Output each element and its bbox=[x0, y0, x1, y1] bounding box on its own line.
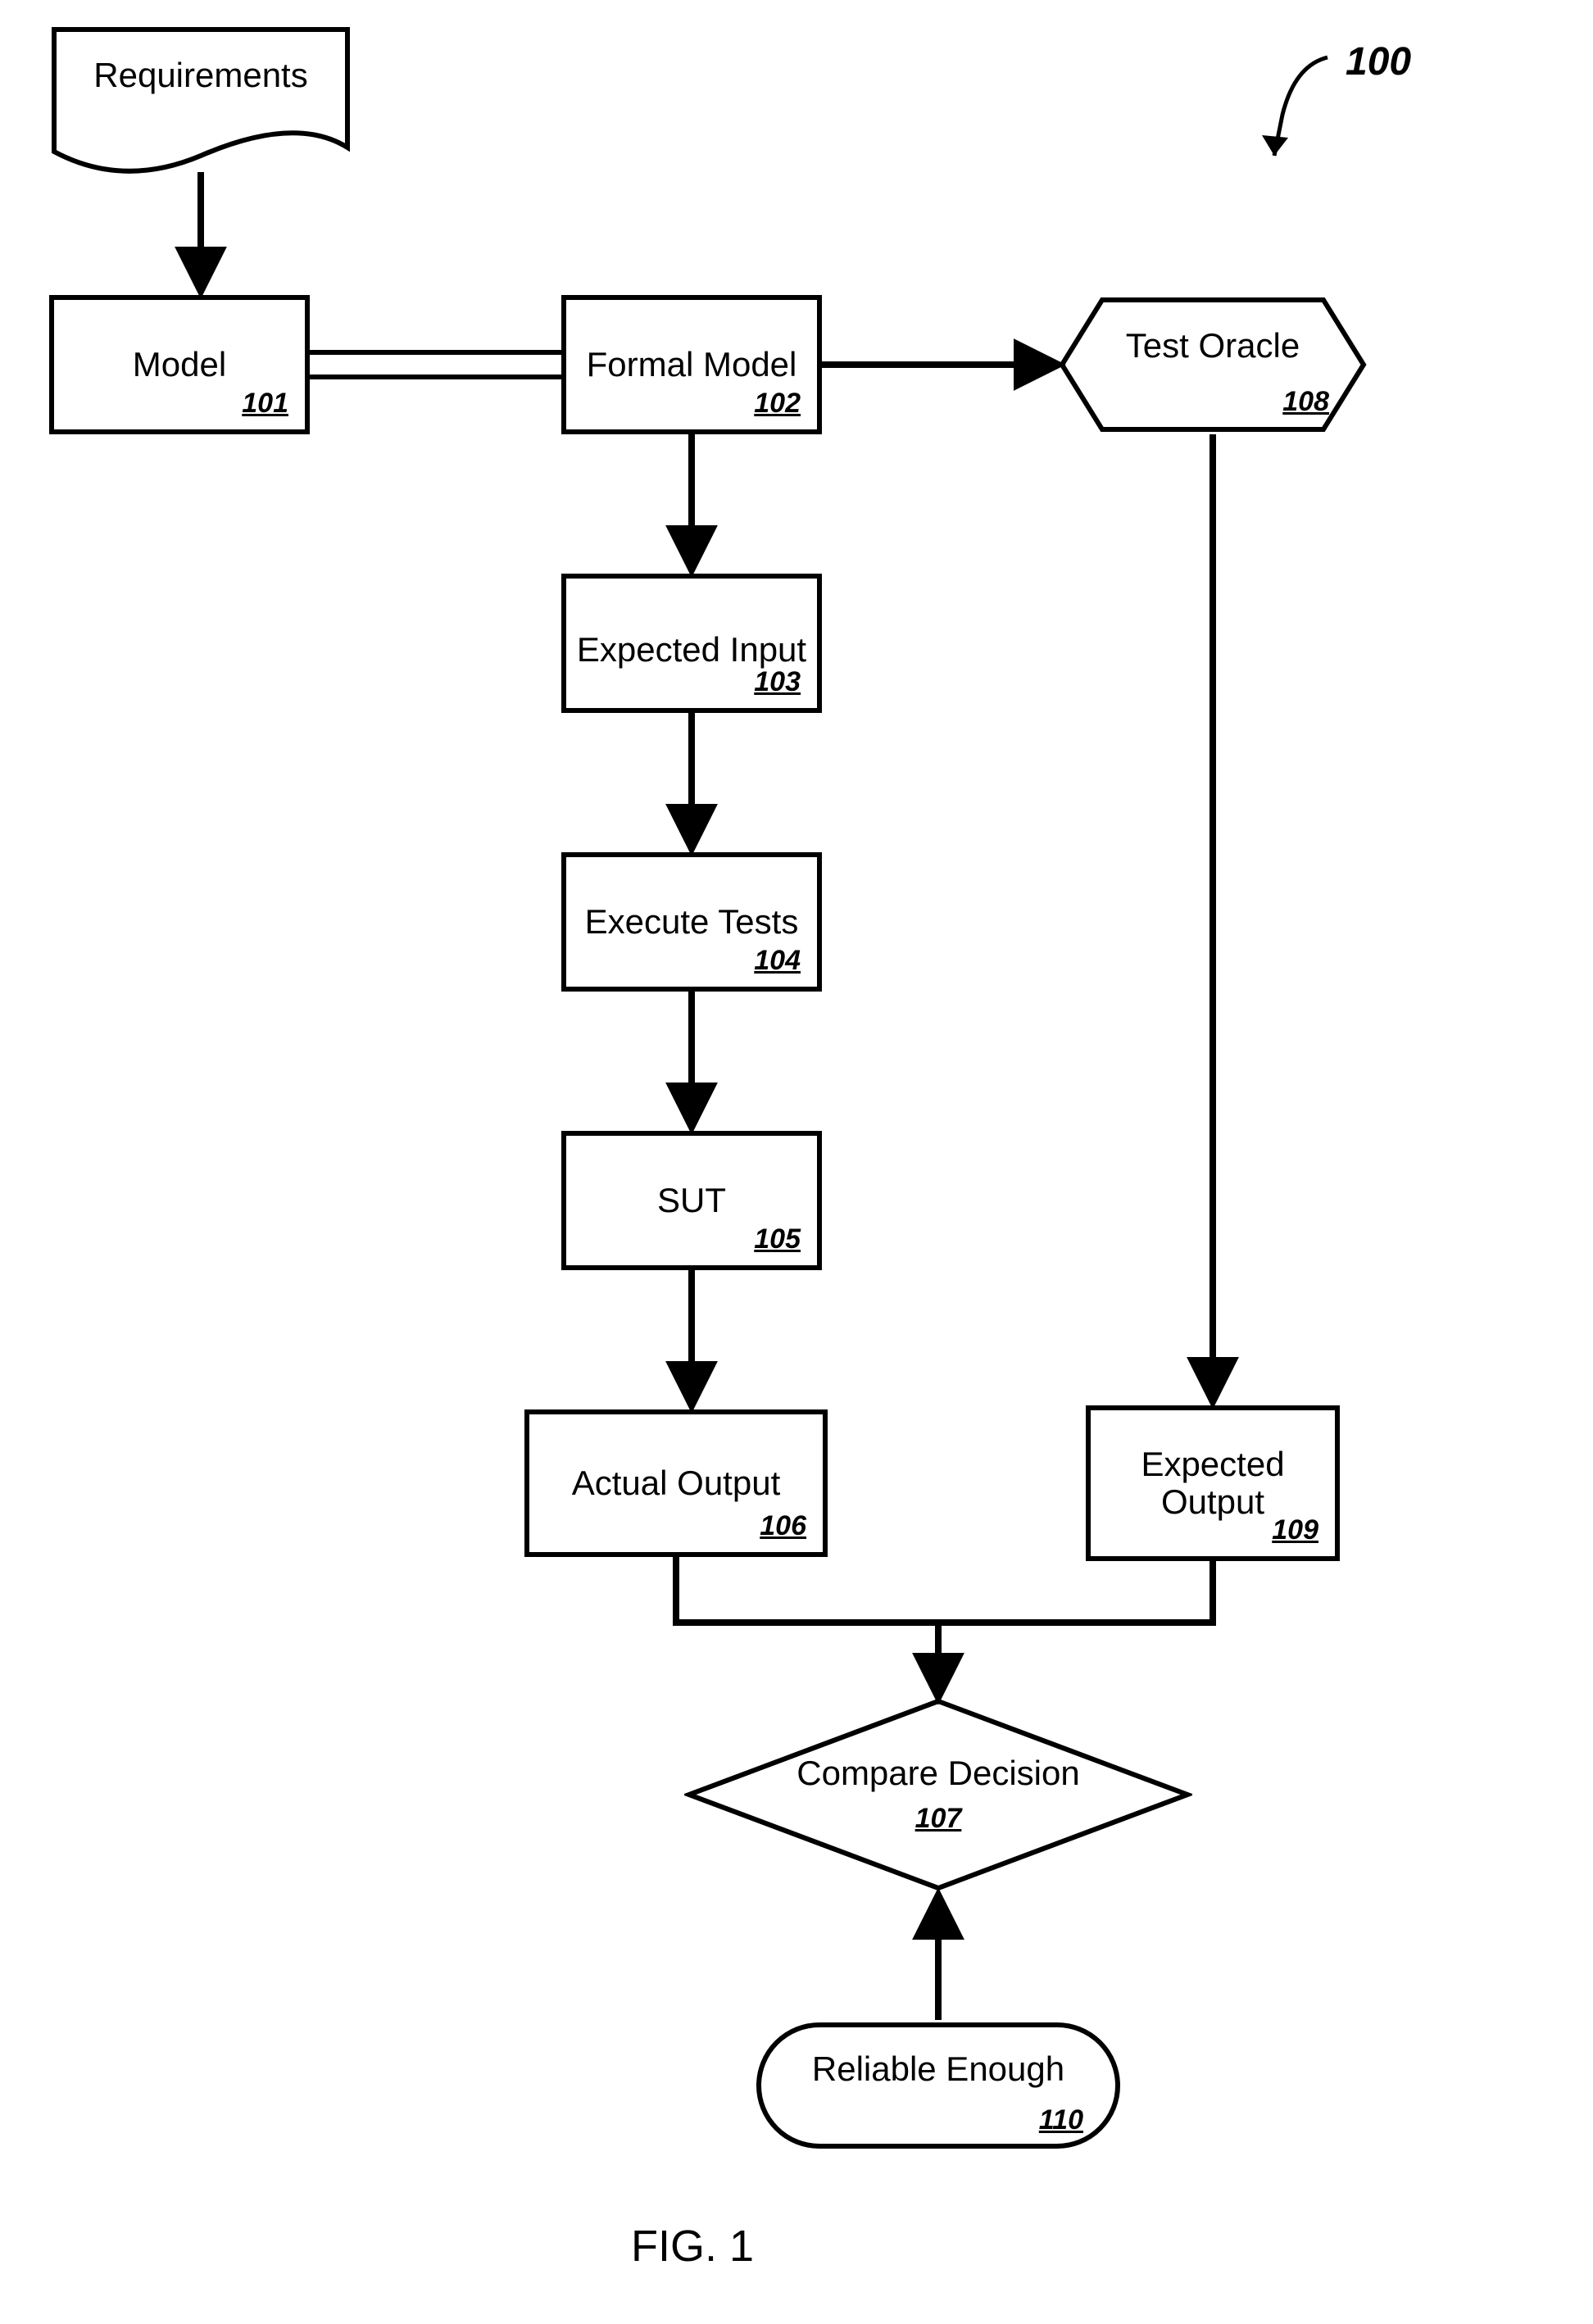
sut-label: SUT bbox=[649, 1179, 734, 1223]
expected-output-ref: 109 bbox=[1272, 1514, 1318, 1546]
expected-output-label-1: Expected bbox=[1132, 1443, 1292, 1487]
node-requirements: Requirements bbox=[49, 25, 352, 188]
compare-decision-label: Compare Decision bbox=[684, 1754, 1192, 1793]
formal-model-label: Formal Model bbox=[579, 343, 806, 387]
figure-reference-100: 100 bbox=[1346, 39, 1411, 84]
node-formal-model: Formal Model 102 bbox=[561, 295, 822, 434]
expected-input-ref: 103 bbox=[754, 666, 801, 698]
execute-tests-label: Execute Tests bbox=[577, 901, 807, 944]
actual-output-label: Actual Output bbox=[564, 1462, 788, 1505]
sut-ref: 105 bbox=[754, 1223, 801, 1255]
compare-decision-ref: 107 bbox=[684, 1803, 1192, 1835]
test-oracle-ref: 108 bbox=[1282, 386, 1329, 418]
node-execute-tests: Execute Tests 104 bbox=[561, 852, 822, 992]
node-expected-output: Expected Output 109 bbox=[1086, 1405, 1340, 1561]
node-actual-output: Actual Output 106 bbox=[524, 1409, 828, 1557]
reliable-enough-ref: 110 bbox=[1039, 2104, 1083, 2136]
node-sut: SUT 105 bbox=[561, 1131, 822, 1270]
expected-output-label-2: Output bbox=[1153, 1481, 1273, 1524]
node-compare-decision: Compare Decision 107 bbox=[684, 1696, 1192, 1893]
diagram-canvas: 100 Requirements Model 101 Formal Model … bbox=[0, 0, 1593, 2324]
model-label: Model bbox=[125, 343, 234, 387]
actual-output-ref: 106 bbox=[760, 1510, 806, 1542]
reliable-enough-label: Reliable Enough bbox=[754, 2049, 1123, 2089]
figure-caption: FIG. 1 bbox=[631, 2221, 754, 2272]
node-model: Model 101 bbox=[49, 295, 310, 434]
node-expected-input: Expected Input 103 bbox=[561, 574, 822, 713]
model-ref: 101 bbox=[242, 388, 288, 420]
test-oracle-label: Test Oracle bbox=[1057, 295, 1368, 365]
requirements-label: Requirements bbox=[49, 25, 352, 95]
node-test-oracle: Test Oracle 108 bbox=[1057, 295, 1368, 434]
expected-input-label: Expected Input bbox=[569, 615, 815, 672]
node-reliable-enough: Reliable Enough 110 bbox=[754, 2020, 1123, 2151]
formal-model-ref: 102 bbox=[754, 388, 801, 420]
execute-tests-ref: 104 bbox=[754, 945, 801, 977]
